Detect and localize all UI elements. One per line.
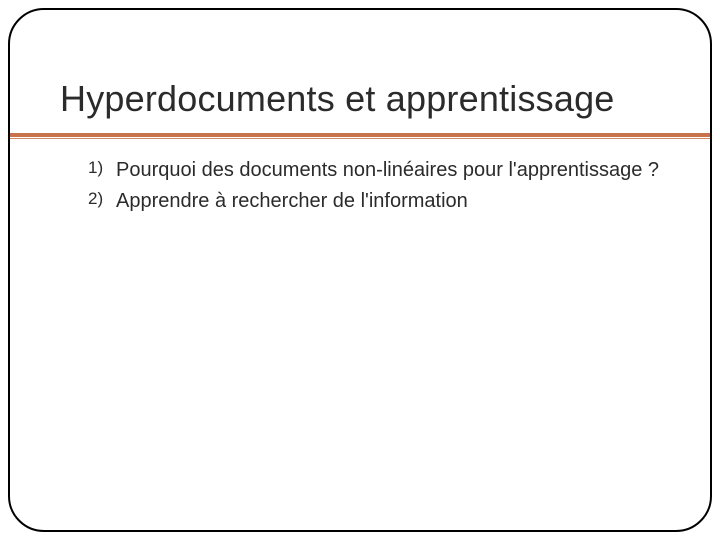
list-item: Apprendre à rechercher de l'information — [88, 188, 660, 215]
slide-frame: Hyperdocuments et apprentissage Pourquoi… — [8, 8, 712, 532]
list-item: Pourquoi des documents non-linéaires pou… — [88, 157, 660, 184]
title-divider — [10, 133, 710, 139]
slide-content: Hyperdocuments et apprentissage Pourquoi… — [10, 10, 710, 215]
slide-title: Hyperdocuments et apprentissage — [60, 78, 660, 119]
numbered-list: Pourquoi des documents non-linéaires pou… — [60, 157, 660, 215]
